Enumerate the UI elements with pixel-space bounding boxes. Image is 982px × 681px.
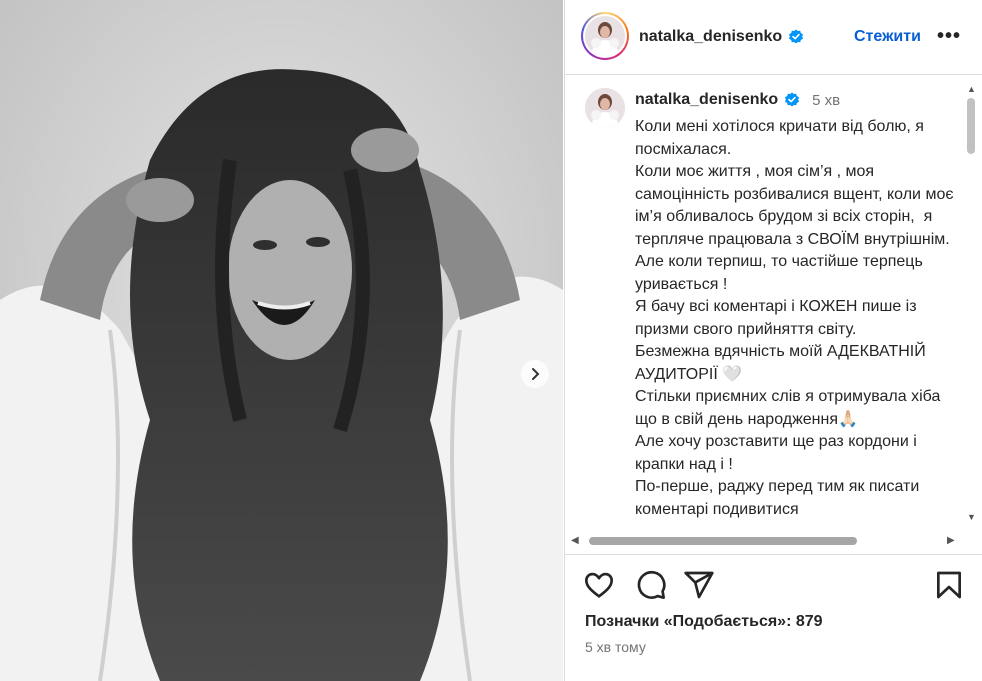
post-timestamp: 5 хв тому (585, 639, 646, 655)
follow-button[interactable]: Стежити (854, 28, 921, 46)
scroll-left-icon[interactable]: ◀ (571, 535, 579, 546)
caption-time: 5 хв (812, 91, 841, 109)
vertical-scrollbar[interactable]: ▲ ▼ (963, 84, 979, 532)
caption-username[interactable]: natalka_denisenko (635, 91, 778, 109)
story-avatar[interactable] (581, 12, 629, 60)
likes-count[interactable]: Позначки «Подобається»: 879 (585, 613, 823, 631)
post-panel: natalka_denisenko Стежити ••• natalka_de… (564, 0, 982, 681)
verified-badge-icon (785, 92, 800, 107)
caption-avatar[interactable] (585, 88, 625, 128)
more-options-icon[interactable]: ••• (937, 26, 961, 46)
scroll-right-icon[interactable]: ▶ (947, 535, 955, 546)
avatar (585, 16, 625, 56)
post-username[interactable]: natalka_denisenko (639, 28, 782, 46)
horizontal-scrollbar[interactable]: ◀ ▶ (565, 530, 982, 552)
horizontal-scroll-thumb[interactable] (589, 537, 857, 545)
post-actions: Позначки «Подобається»: 879 5 хв тому (565, 554, 982, 681)
carousel-next-button[interactable] (521, 360, 549, 388)
portrait-image (0, 0, 563, 681)
share-icon[interactable] (683, 569, 715, 601)
bookmark-icon[interactable] (933, 569, 965, 601)
caption-area: natalka_denisenko 5 хв Коли мені хотілос… (565, 76, 982, 554)
post-header: natalka_denisenko Стежити ••• (565, 0, 982, 75)
scroll-down-icon[interactable]: ▼ (967, 512, 976, 522)
verified-badge-icon (789, 29, 804, 44)
comment-icon[interactable] (635, 569, 667, 601)
post-photo[interactable] (0, 0, 563, 681)
scroll-thumb[interactable] (967, 98, 975, 154)
scroll-up-icon[interactable]: ▲ (967, 84, 976, 94)
heart-icon[interactable] (583, 569, 615, 601)
caption-text: Коли мені хотілося кричати від болю, я п… (635, 118, 954, 518)
chevron-right-icon (532, 368, 540, 380)
